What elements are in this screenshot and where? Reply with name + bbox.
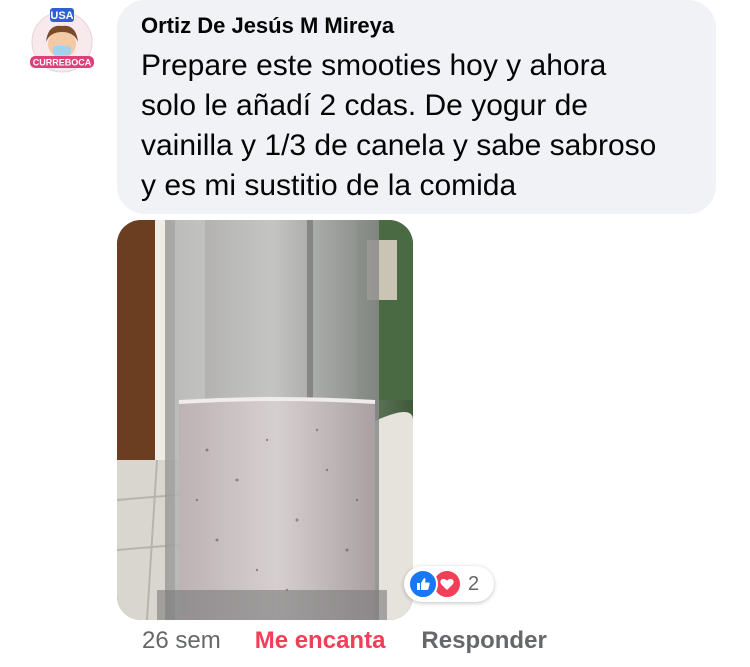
comment-photo[interactable]	[117, 220, 413, 620]
like-icon	[408, 569, 438, 599]
comment-author[interactable]: Ortiz De Jesús M Mireya	[141, 12, 696, 40]
author-avatar[interactable]: USA CURREBOCA	[22, 6, 102, 78]
comment-text: Prepare este smooties hoy y ahora solo l…	[141, 49, 657, 202]
currebocas-banner-text: CURREBOCA	[33, 58, 92, 68]
comment-timestamp[interactable]: 26 sem	[142, 627, 221, 655]
reaction-button[interactable]: Me encanta	[255, 627, 386, 655]
reply-button[interactable]: Responder	[421, 627, 546, 655]
comment-bubble: Ortiz De Jesús M Mireya Prepare este smo…	[117, 0, 716, 214]
smoothie-photo-illustration	[117, 220, 413, 620]
comment-actions: 26 sem Me encanta Responder	[142, 624, 547, 658]
reactions-summary[interactable]: 2	[404, 566, 494, 602]
reaction-count: 2	[468, 572, 480, 595]
usa-badge-text: USA	[50, 10, 73, 22]
